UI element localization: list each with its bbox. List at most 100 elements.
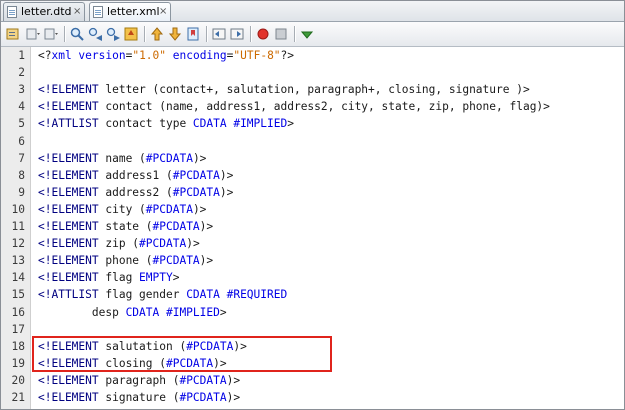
line-code: <!ATTLIST contact type CDATA #IMPLIED> <box>38 115 294 132</box>
code-line[interactable]: 5 <!ATTLIST contact type CDATA #IMPLIED> <box>1 115 624 132</box>
code-token: flag <box>98 271 140 285</box>
code-line[interactable]: 20 <!ELEMENT paragraph (#PCDATA)> <box>1 372 624 389</box>
close-tab-icon[interactable]: × <box>159 3 167 21</box>
find-previous-icon[interactable] <box>87 26 103 42</box>
code-line[interactable]: 8 <!ELEMENT address1 (#PCDATA)> <box>1 167 624 184</box>
code-token: name ( <box>98 151 146 165</box>
line-number: 2 <box>18 66 25 80</box>
code-line[interactable]: 13 <!ELEMENT phone (#PCDATA)> <box>1 252 624 269</box>
line-code: <!ELEMENT signature (#PCDATA)> <box>38 389 240 406</box>
code-line[interactable]: 7 <!ELEMENT name (#PCDATA)> <box>1 150 624 167</box>
source-view-icon[interactable] <box>5 26 21 42</box>
code-token: <!ATTLIST <box>38 117 99 131</box>
code-token: <!ATTLIST <box>38 288 99 302</box>
code-token: )> <box>199 220 214 233</box>
code-line[interactable]: 21 <!ELEMENT signature (#PCDATA)> <box>1 389 624 406</box>
line-number: 16 <box>11 305 25 319</box>
line-number: 13 <box>11 254 25 268</box>
code-token: #PCDATA <box>172 168 220 182</box>
code-line[interactable]: 12 <!ELEMENT zip (#PCDATA)> <box>1 235 624 252</box>
line-number: 18 <box>11 339 25 353</box>
code-token: #PCDATA <box>152 220 200 233</box>
code-token: <!ELEMENT <box>38 271 99 285</box>
line-code: <!ELEMENT flag EMPTY> <box>38 269 179 286</box>
code-token: #PCDATA <box>139 237 187 251</box>
toggle-highlight-icon[interactable] <box>123 26 139 42</box>
code-line[interactable]: 15 <!ATTLIST flag gender CDATA #REQUIRED <box>1 286 624 303</box>
line-number: 14 <box>11 271 25 285</box>
code-token: )> <box>219 185 234 199</box>
find-next-icon[interactable] <box>105 26 121 42</box>
forward-history-icon[interactable] <box>43 26 59 42</box>
code-token: )> <box>199 254 214 268</box>
code-line[interactable]: 6 <box>1 133 624 150</box>
code-token: #PCDATA <box>172 185 220 199</box>
shift-right-icon[interactable] <box>229 26 245 42</box>
code-token: state ( <box>98 220 153 233</box>
tab-label: letter.dtd <box>21 5 72 18</box>
code-line[interactable]: 9 <!ELEMENT address2 (#PCDATA)> <box>1 184 624 201</box>
line-number: 12 <box>11 237 25 251</box>
line-number: 5 <box>18 117 25 131</box>
code-line[interactable]: 1 <?xml version="1.0" encoding="UTF-8"?> <box>1 47 624 64</box>
stop-macro-icon[interactable] <box>273 26 289 42</box>
code-line[interactable]: 10 <!ELEMENT city (#PCDATA)> <box>1 201 624 218</box>
code-token: paragraph ( <box>98 373 180 387</box>
code-token: )> <box>192 151 207 165</box>
line-code: <!ELEMENT name (#PCDATA)> <box>38 150 206 167</box>
close-tab-icon[interactable]: × <box>73 3 81 21</box>
line-code: <!ELEMENT address1 (#PCDATA)> <box>38 167 233 184</box>
code-token: <!ELEMENT <box>38 168 99 182</box>
next-bookmark-icon[interactable] <box>167 26 183 42</box>
code-line[interactable]: 4 <!ELEMENT contact (name, address1, addr… <box>1 98 624 115</box>
tab-letter-dtd[interactable]: letter.dtd × <box>3 2 85 21</box>
toggle-bookmark-icon[interactable] <box>185 26 201 42</box>
line-code: <!ATTLIST flag gender CDATA #REQUIRED <box>38 286 287 303</box>
code-token: address2 ( <box>98 185 173 199</box>
line-code: <!ELEMENT zip (#PCDATA)> <box>38 235 200 252</box>
code-token: <!ELEMENT <box>38 254 99 268</box>
line-code: <!ELEMENT address2 (#PCDATA)> <box>38 184 233 201</box>
code-token: #PCDATA <box>179 373 227 387</box>
code-line[interactable]: 16 desp CDATA #IMPLIED> <box>1 304 624 321</box>
code-token: <!ELEMENT <box>38 237 99 251</box>
code-token: zip ( <box>98 237 140 251</box>
code-token: > <box>172 271 180 285</box>
line-number: 11 <box>11 220 25 233</box>
line-number: 7 <box>18 151 25 165</box>
code-token: city ( <box>98 202 146 216</box>
code-token: #PCDATA <box>145 151 193 165</box>
line-number: 15 <box>11 288 25 302</box>
code-line[interactable]: 3 <!ELEMENT letter (contact+, salutation,… <box>1 81 624 98</box>
code-token: #PCDATA <box>145 202 193 216</box>
line-code: <!ELEMENT city (#PCDATA)> <box>38 201 206 218</box>
line-code: desp CDATA #IMPLIED> <box>38 304 227 321</box>
code-editor[interactable]: 1 <?xml version="1.0" encoding="UTF-8"?> 2… <box>1 47 624 409</box>
tab-letter-xml[interactable]: letter.xml × <box>89 2 171 21</box>
check-xml-icon[interactable] <box>299 26 315 42</box>
back-history-icon[interactable] <box>25 26 41 42</box>
tab-bar: letter.dtd × letter.xml × <box>1 1 624 22</box>
code-token: contact type <box>98 117 193 131</box>
code-token: desp <box>38 305 126 319</box>
line-number: 4 <box>18 100 25 114</box>
code-token: "1.0" <box>132 49 167 62</box>
code-token: xml version <box>51 49 126 62</box>
line-number: 20 <box>11 373 25 387</box>
code-line[interactable]: 11 <!ELEMENT state (#PCDATA)> <box>1 218 624 235</box>
code-token: <? <box>38 49 52 62</box>
code-token: <!ELEMENT <box>38 220 99 233</box>
find-icon[interactable] <box>69 26 85 42</box>
tab-label: letter.xml <box>107 5 160 18</box>
code-line[interactable]: 2 <box>1 64 624 81</box>
shift-left-icon[interactable] <box>211 26 227 42</box>
code-line[interactable]: 14 <!ELEMENT flag EMPTY> <box>1 269 624 286</box>
line-number: 8 <box>18 168 25 182</box>
line-code: <!ELEMENT paragraph (#PCDATA)> <box>38 372 240 389</box>
previous-bookmark-icon[interactable] <box>149 26 165 42</box>
start-macro-icon[interactable] <box>255 26 271 42</box>
code-token: <!ELEMENT <box>38 151 99 165</box>
line-number: 21 <box>11 391 25 404</box>
code-token: <!ELEMENT <box>38 391 99 404</box>
code-token: <!ELEMENT <box>38 373 99 387</box>
